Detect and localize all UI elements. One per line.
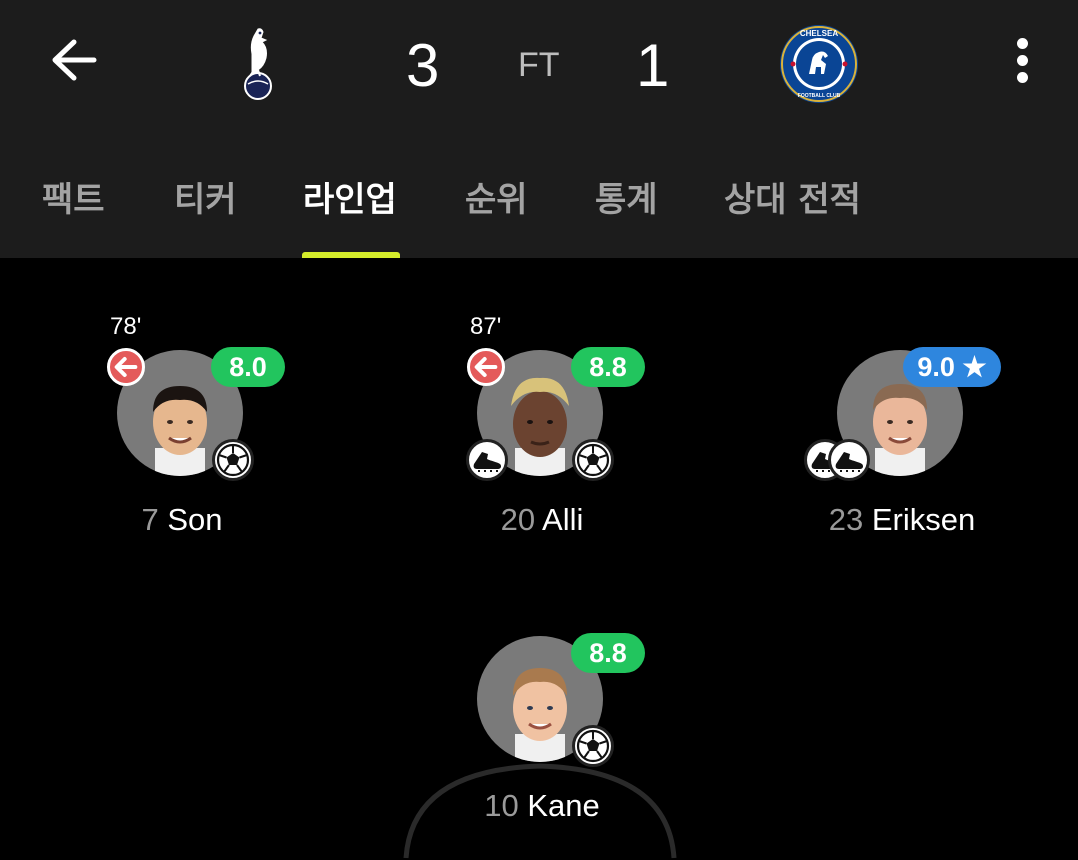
tab-ticker[interactable]: 티커 bbox=[174, 178, 237, 222]
player-name: 7 Son bbox=[141, 502, 223, 537]
star-icon: ★ bbox=[962, 352, 987, 382]
tab-standings[interactable]: 순위 bbox=[465, 178, 528, 222]
home-team-crest[interactable] bbox=[238, 24, 282, 102]
match-status: FT bbox=[518, 46, 560, 84]
assist-boot-icon bbox=[828, 439, 870, 481]
player-name: 10 Kane bbox=[484, 788, 600, 823]
player-eriksen[interactable]: 9.0 ★ 23 Eriksen bbox=[772, 305, 1032, 537]
crest-text-top: CHELSEA bbox=[800, 29, 838, 38]
assist-boot-icon bbox=[466, 439, 508, 481]
goal-icon bbox=[212, 439, 254, 481]
substitution-off-icon bbox=[107, 348, 145, 386]
sub-minute: 78' bbox=[110, 313, 142, 340]
away-team-crest[interactable]: CHELSEA FOOTBALL CLUB bbox=[779, 24, 859, 104]
player-rating: 8.0 bbox=[211, 347, 285, 387]
more-vert-icon bbox=[1008, 38, 1036, 83]
tottenham-crest-icon bbox=[244, 28, 272, 100]
sub-minute: 87' bbox=[470, 313, 502, 340]
player-name: 20 Alli bbox=[500, 502, 584, 537]
home-score: 3 bbox=[406, 32, 440, 99]
player-son[interactable]: 78' 8.0 7 Son bbox=[52, 305, 312, 537]
tab-stats[interactable]: 통계 bbox=[595, 178, 658, 222]
player-rating: 8.8 bbox=[571, 347, 645, 387]
tab-lineup[interactable]: 라인업 bbox=[303, 178, 397, 222]
away-score: 1 bbox=[636, 32, 670, 99]
player-alli[interactable]: 87' 8.8 20 Alli bbox=[412, 305, 672, 537]
tab-head-to-head[interactable]: 상대 전적 bbox=[724, 178, 861, 222]
player-rating: 9.0 ★ bbox=[903, 347, 1001, 387]
player-kane[interactable]: 8.8 10 Kane bbox=[412, 591, 672, 823]
crest-text-bottom: FOOTBALL CLUB bbox=[798, 93, 841, 99]
goal-icon bbox=[572, 725, 614, 767]
tab-facts[interactable]: 팩트 bbox=[42, 178, 105, 222]
goal-icon bbox=[572, 439, 614, 481]
substitution-off-icon bbox=[467, 348, 505, 386]
player-rating: 8.8 bbox=[571, 633, 645, 673]
chelsea-crest-icon: CHELSEA FOOTBALL CLUB bbox=[780, 25, 858, 103]
match-header: 3 FT 1 CHELSEA FOOTBALL CLUB 팩트 티커 라인업 순… bbox=[0, 0, 1078, 258]
back-button[interactable] bbox=[48, 36, 100, 84]
more-options-button[interactable] bbox=[1008, 38, 1036, 84]
active-tab-indicator bbox=[302, 252, 400, 258]
player-name: 23 Eriksen bbox=[828, 502, 976, 537]
arrow-left-icon bbox=[52, 39, 97, 81]
